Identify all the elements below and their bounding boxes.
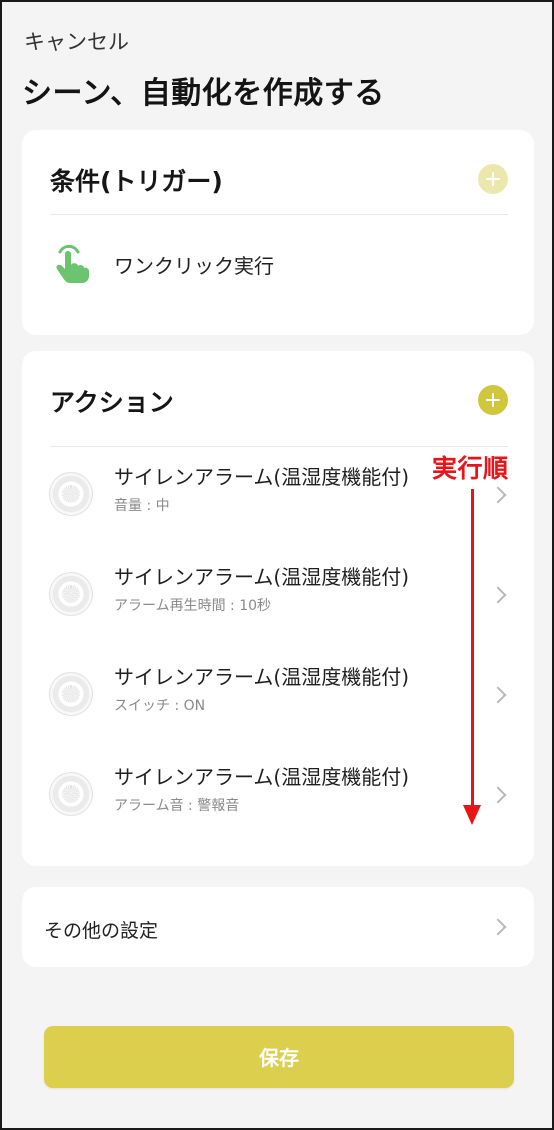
action-item-title: サイレンアラーム(温湿度機能付) <box>114 565 410 589</box>
siren-alarm-device-icon <box>49 472 93 516</box>
arrow-down-icon <box>463 805 481 825</box>
other-settings-row[interactable]: その他の設定 <box>22 887 534 967</box>
other-settings-label: その他の設定 <box>44 920 159 942</box>
divider <box>50 214 508 215</box>
action-item-subtitle: アラーム再生時間 : 10秒 <box>114 598 272 614</box>
chevron-right-icon <box>489 918 507 936</box>
add-trigger-button[interactable] <box>478 164 508 194</box>
action-item-title: サイレンアラーム(温湿度機能付) <box>114 665 410 689</box>
add-action-button[interactable] <box>478 385 508 415</box>
execution-order-arrow-line <box>471 489 474 807</box>
cancel-button[interactable]: キャンセル <box>24 26 129 56</box>
action-card: アクション サイレンアラーム(温湿度機能付) 音量 : 中 サイレンアラーム(温… <box>22 351 534 866</box>
action-item-title: サイレンアラーム(温湿度機能付) <box>114 765 410 789</box>
chevron-right-icon <box>489 786 507 804</box>
trigger-section-title: 条件(トリガー) <box>50 167 223 196</box>
action-item[interactable]: サイレンアラーム(温湿度機能付) スイッチ : ON <box>22 647 534 737</box>
action-item-title: サイレンアラーム(温湿度機能付) <box>114 465 410 489</box>
chevron-right-icon <box>489 586 507 604</box>
trigger-item-label: ワンクリック実行 <box>114 254 274 278</box>
action-item[interactable]: サイレンアラーム(温湿度機能付) アラーム音 : 警報音 <box>22 747 534 837</box>
siren-alarm-device-icon <box>49 772 93 816</box>
action-section-title: アクション <box>50 388 174 417</box>
siren-alarm-device-icon <box>49 572 93 616</box>
action-item-subtitle: 音量 : 中 <box>114 498 170 514</box>
action-item-subtitle: スイッチ : ON <box>114 698 206 714</box>
execution-order-label: 実行順 <box>432 454 509 483</box>
trigger-item-one-click[interactable]: ワンクリック実行 <box>22 228 534 298</box>
trigger-card: 条件(トリガー) ワンクリック実行 <box>22 130 534 335</box>
save-button[interactable]: 保存 <box>44 1026 514 1088</box>
chevron-right-icon <box>489 686 507 704</box>
siren-alarm-device-icon <box>49 672 93 716</box>
page-title: シーン、自動化を作成する <box>22 76 385 111</box>
tap-hand-icon <box>56 244 89 283</box>
chevron-right-icon <box>489 486 507 504</box>
action-item[interactable]: サイレンアラーム(温湿度機能付) アラーム再生時間 : 10秒 <box>22 547 534 637</box>
action-item-subtitle: アラーム音 : 警報音 <box>114 798 240 814</box>
